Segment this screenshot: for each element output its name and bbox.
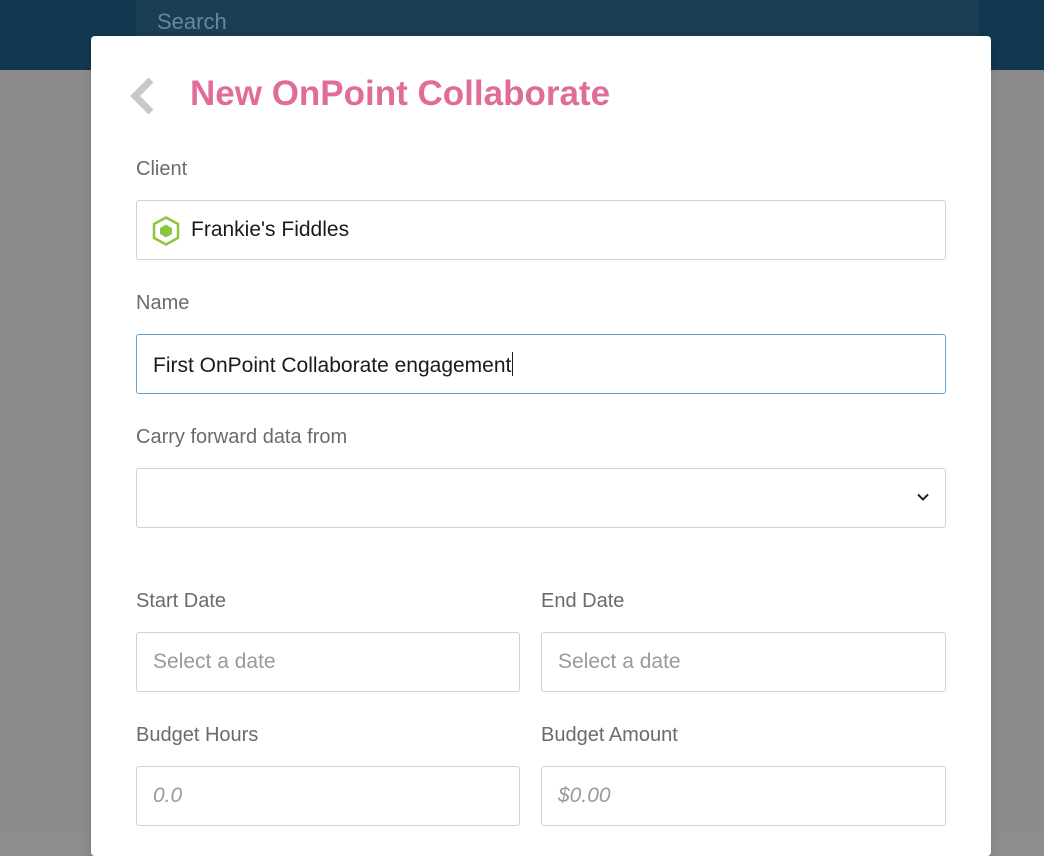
client-label: Client [136, 158, 188, 180]
carry-forward-label: Carry forward data from [136, 426, 348, 448]
budget-hours-field[interactable] [136, 766, 520, 826]
budget-hours-label: Budget Hours [136, 724, 259, 746]
search-placeholder: Search [157, 9, 227, 34]
end-date-field[interactable] [541, 632, 946, 692]
chevron-down-icon [917, 493, 929, 501]
client-field[interactable]: Frankie's Fiddles [136, 200, 946, 260]
end-date-input[interactable] [542, 633, 945, 691]
start-date-label: Start Date [136, 590, 227, 612]
budget-hours-input[interactable] [137, 767, 519, 825]
back-button[interactable] [127, 76, 161, 116]
text-cursor [512, 352, 514, 376]
name-value: First OnPoint Collaborate engagement [153, 354, 512, 377]
new-engagement-modal: New OnPoint Collaborate Client Frankie's… [91, 36, 991, 856]
name-input[interactable]: First OnPoint Collaborate engagement [136, 334, 946, 394]
budget-amount-input[interactable] [542, 767, 945, 825]
name-label: Name [136, 292, 190, 314]
client-value: Frankie's Fiddles [191, 218, 350, 241]
hexagon-client-icon [152, 216, 180, 246]
start-date-field[interactable] [136, 632, 520, 692]
carry-forward-select[interactable] [136, 468, 946, 528]
chevron-left-icon [130, 77, 154, 115]
name-input-value-wrapper: First OnPoint Collaborate engagement [153, 352, 514, 378]
end-date-label: End Date [541, 590, 625, 612]
budget-amount-label: Budget Amount [541, 724, 678, 746]
budget-amount-field[interactable] [541, 766, 946, 826]
modal-title: New OnPoint Collaborate [190, 74, 611, 113]
start-date-input[interactable] [137, 633, 519, 691]
